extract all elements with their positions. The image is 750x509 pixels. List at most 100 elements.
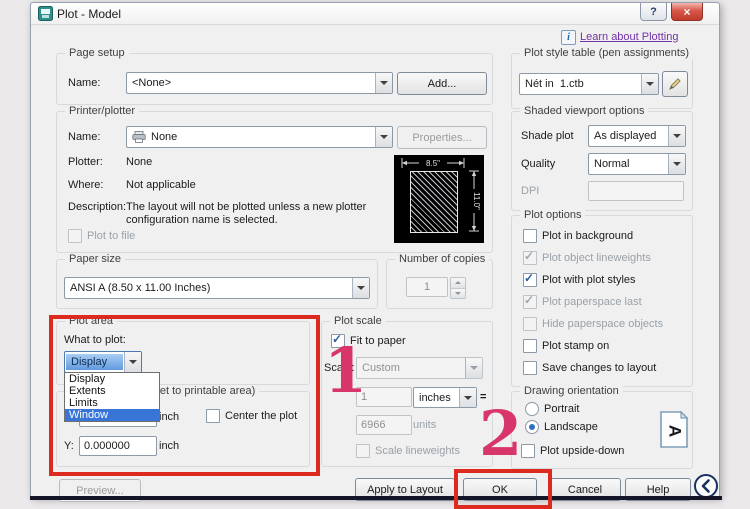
fit-to-paper-checkbox[interactable]: Fit to paper <box>331 332 406 348</box>
offset-y-unit: inch <box>159 440 180 452</box>
chevron-down-icon[interactable] <box>459 388 476 407</box>
plot-paperspace-last-checkbox[interactable]: Plot paperspace last <box>523 293 642 309</box>
plot-dialog: Plot - Model ? × i Learn about Plotting … <box>30 2 720 509</box>
plot-in-background-checkbox[interactable]: Plot in background <box>523 229 633 243</box>
radio-icon <box>525 402 539 416</box>
plot-object-lineweights-label: Plot object lineweights <box>542 252 651 264</box>
plot-to-file-label: Plot to file <box>87 230 136 242</box>
title-bar[interactable]: Plot - Model <box>31 3 719 25</box>
window-close-button[interactable]: × <box>671 3 703 21</box>
scale-unit-name: inches <box>419 391 451 404</box>
dropdown-option-window[interactable]: Window <box>65 409 159 421</box>
plot-object-lineweights-checkbox[interactable]: Plot object lineweights <box>523 249 651 265</box>
scale-drawing-field[interactable]: 6966 <box>356 415 412 435</box>
printer-plotter-title: Printer/plotter <box>65 105 140 117</box>
portrait-radio[interactable]: Portrait <box>525 402 579 416</box>
chevron-down-icon[interactable] <box>124 352 141 372</box>
paper-size-combo[interactable]: ANSI A (8.50 x 11.00 Inches) <box>64 277 370 299</box>
checkbox-icon <box>356 444 370 458</box>
scale-unit-field[interactable]: 1 <box>356 387 412 407</box>
spinner-down-icon[interactable] <box>451 287 465 298</box>
chevron-down-icon[interactable] <box>641 74 658 94</box>
where-label: Where: <box>68 179 104 191</box>
what-to-plot-dropdown-list: Display Extents Limits Window <box>64 372 160 422</box>
page-setup-name-label: Name: <box>68 77 101 89</box>
save-changes-to-layout-checkbox[interactable]: Save changes to layout <box>523 361 656 375</box>
paper-size-title: Paper size <box>65 253 125 265</box>
plot-in-background-label: Plot in background <box>542 230 634 242</box>
landscape-label: Landscape <box>544 421 598 433</box>
what-to-plot-label: What to plot: <box>64 334 126 346</box>
chevron-down-icon[interactable] <box>375 73 392 93</box>
pencil-icon <box>669 78 681 90</box>
what-to-plot-combo[interactable]: Display <box>64 351 142 373</box>
orientation-paper-icon: A <box>659 410 689 452</box>
center-the-plot-checkbox[interactable]: Center the plot <box>206 409 297 423</box>
scale-combo[interactable]: Custom <box>356 357 483 379</box>
svg-text:A: A <box>666 425 685 437</box>
scale-lineweights-checkbox[interactable]: Scale lineweights <box>356 444 460 458</box>
checkbox-icon <box>523 271 537 287</box>
chevron-down-icon[interactable] <box>668 126 685 146</box>
bottom-edge-bar <box>30 496 722 500</box>
plot-with-plot-styles-label: Plot with plot styles <box>542 274 636 286</box>
dropdown-option-display[interactable]: Display <box>65 373 159 385</box>
checkbox-icon <box>521 444 535 458</box>
copies-field[interactable]: 1 <box>406 277 448 297</box>
save-changes-to-layout-label: Save changes to layout <box>542 362 657 374</box>
dropdown-option-limits[interactable]: Limits <box>65 397 159 409</box>
paper-preview-dimensions: 8.5" 11.0" <box>401 158 481 232</box>
plot-with-plot-styles-checkbox[interactable]: Plot with plot styles <box>523 271 636 287</box>
scale-lineweights-label: Scale lineweights <box>375 445 460 457</box>
window-help-button[interactable]: ? <box>640 3 667 21</box>
shaded-viewport-title: Shaded viewport options <box>520 105 649 117</box>
quality-combo[interactable]: Normal <box>588 153 686 175</box>
page-setup-name-value: <None> <box>132 77 172 89</box>
offset-y-field[interactable]: 0.000000 <box>79 436 157 456</box>
chevron-down-icon[interactable] <box>375 127 392 147</box>
chevron-down-icon <box>465 358 482 378</box>
add-button[interactable]: Add... <box>397 72 487 95</box>
page-setup-name-combo[interactable]: <None> <box>126 72 393 94</box>
plot-to-file-checkbox[interactable]: Plot to file <box>68 229 135 243</box>
what-to-plot-value: Display <box>66 354 123 370</box>
hide-paperspace-objects-label: Hide paperspace objects <box>542 318 664 330</box>
description-label: Description: <box>68 201 127 213</box>
dropdown-option-extents[interactable]: Extents <box>65 385 159 397</box>
dpi-label: DPI <box>521 185 540 197</box>
chevron-down-icon[interactable] <box>352 278 369 298</box>
shade-plot-combo[interactable]: As displayed <box>588 125 686 147</box>
checkbox-icon <box>523 229 537 243</box>
scale-unit-name-combo[interactable]: inches <box>413 387 477 408</box>
plot-stamp-on-checkbox[interactable]: Plot stamp on <box>523 339 609 353</box>
shade-plot-value: As displayed <box>594 130 657 142</box>
center-the-plot-label: Center the plot <box>225 410 298 422</box>
scale-label: Scale: <box>324 362 355 374</box>
scale-units-label: units <box>413 419 437 431</box>
radio-icon <box>525 420 539 434</box>
svg-text:11.0": 11.0" <box>472 192 481 210</box>
description-value: The layout will not be plotted unless a … <box>126 201 367 226</box>
properties-button[interactable]: Properties... <box>397 126 487 149</box>
checkbox-icon <box>523 293 537 309</box>
printer-name-value: None <box>151 131 178 143</box>
offset-x-unit: inch <box>159 411 180 423</box>
chevron-down-icon[interactable] <box>668 154 685 174</box>
spinner-up-icon[interactable] <box>451 278 465 288</box>
plot-style-table-title: Plot style table (pen assignments) <box>520 47 694 59</box>
landscape-radio[interactable]: Landscape <box>525 420 598 434</box>
dpi-field[interactable] <box>588 181 684 201</box>
portrait-label: Portrait <box>544 403 580 415</box>
learn-about-plotting-link[interactable]: Learn about Plotting <box>580 31 678 43</box>
copies-spinner[interactable] <box>450 277 466 299</box>
printer-name-combo[interactable]: None <box>126 126 393 148</box>
plot-upside-down-checkbox[interactable]: Plot upside-down <box>521 444 624 458</box>
info-icon: i <box>561 30 576 45</box>
app-icon <box>38 6 53 21</box>
checkbox-icon <box>206 409 220 423</box>
edit-plot-style-button[interactable] <box>662 71 688 97</box>
svg-text:8.5": 8.5" <box>426 159 440 168</box>
plot-style-combo[interactable]: Nét in 1.ctb <box>519 73 659 95</box>
scale-value: Custom <box>362 362 400 374</box>
hide-paperspace-objects-checkbox[interactable]: Hide paperspace objects <box>523 317 663 331</box>
